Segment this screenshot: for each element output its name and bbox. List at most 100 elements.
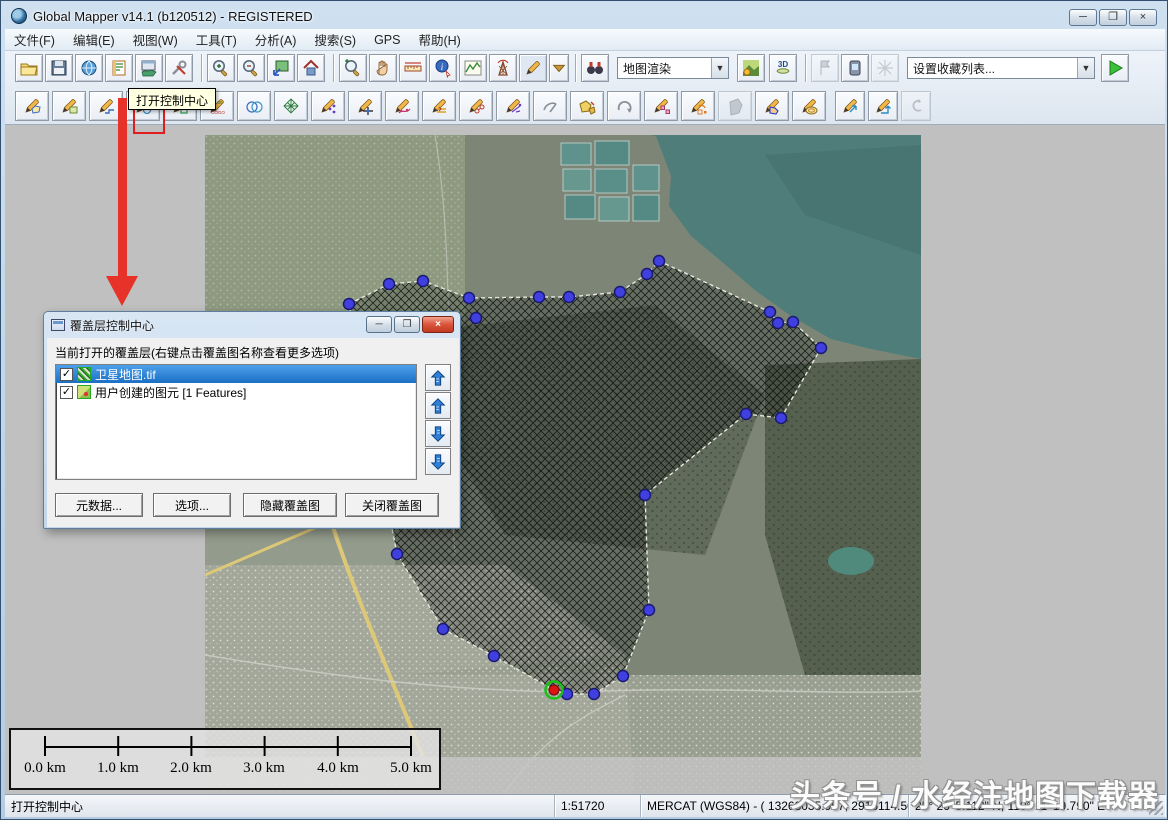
vector-layer-icon [77,385,91,399]
zoom-in-button[interactable] [207,54,235,82]
flag-button[interactable] [811,54,839,82]
create-points-button[interactable] [311,91,345,121]
move-feature-button[interactable] [835,91,865,121]
move-to-bottom-button[interactable] [425,448,451,475]
line-vertex-icon [355,96,375,116]
replace-shape-button[interactable] [681,91,715,121]
dialog-close-button[interactable]: × [422,316,454,333]
menu-analysis[interactable]: 分析(A) [246,27,306,52]
open-data-button[interactable] [105,54,133,82]
profile-chart-icon [463,58,483,78]
close-overlay-button[interactable]: 关闭覆盖图 [345,493,439,517]
layer-row-user-features[interactable]: ✓ 用户创建的图元 [1 Features] [56,383,416,401]
menu-bar: 文件(F) 编辑(E) 视图(W) 工具(T) 分析(A) 搜索(S) GPS … [5,29,1165,51]
layer-checkbox[interactable]: ✓ [60,386,73,399]
gps-button[interactable] [841,54,869,82]
route-button[interactable] [459,91,493,121]
grid-tool-button[interactable] [274,91,308,121]
arrow-ne-icon [840,96,860,116]
path-profile-button[interactable] [459,54,487,82]
replace-shape-icon [688,96,708,116]
feature-info-button[interactable]: i [429,54,457,82]
undo-shape-button[interactable] [901,91,931,121]
draw-area-button[interactable] [15,91,49,121]
metadata-button[interactable]: 元数据... [55,493,143,517]
move-up-button[interactable] [425,392,451,419]
menu-file[interactable]: 文件(F) [5,27,64,52]
measure-tool-button[interactable] [399,54,427,82]
spline-icon [392,96,412,116]
draw-rect-button[interactable] [52,91,86,121]
crop-areas-button[interactable] [755,91,789,121]
layer-label[interactable]: 用户创建的图元 [1 Features] [95,384,246,401]
layer-row-satellite[interactable]: ✓ 卫星地图.tif [56,365,416,383]
toolbar-separator [201,54,203,82]
raise-feature-button[interactable] [868,91,898,121]
snapshot-button[interactable] [871,54,899,82]
configuration-button[interactable] [165,54,193,82]
layer-order-buttons [425,364,451,476]
move-to-top-button[interactable] [425,364,451,391]
maximize-button[interactable]: ❐ [1099,9,1127,26]
combine-areas-button[interactable] [570,91,604,121]
combo-arrow-icon[interactable]: ▼ [1077,58,1094,78]
layer-checkbox[interactable]: ✓ [60,368,73,381]
digitizer-tool-button[interactable] [519,54,547,82]
flatten-icon [429,96,449,116]
zoom-out-button[interactable] [237,54,265,82]
search-button[interactable] [581,54,609,82]
range-rings-button[interactable] [237,91,271,121]
globe-app-icon [11,8,27,24]
close-button[interactable]: × [1129,9,1157,26]
home-view-button[interactable] [297,54,325,82]
zoom-box-button[interactable] [339,54,367,82]
globe-icon [79,58,99,78]
terrain-shader-icon [741,58,761,78]
svg-text:COGO: COGO [211,110,225,115]
line-vertex-button[interactable] [348,91,382,121]
options-button[interactable]: 选项... [153,493,231,517]
combo-arrow-icon[interactable]: ▼ [711,58,728,78]
minimize-button[interactable]: ─ [1069,9,1097,26]
select-move-button[interactable] [533,91,567,121]
rotate-feature-button[interactable] [607,91,641,121]
menu-gps[interactable]: GPS [365,30,409,50]
full-extent-button[interactable] [267,54,295,82]
window-title: Global Mapper v14.1 (b120512) - REGISTER… [33,9,313,24]
menu-view[interactable]: 视图(W) [124,27,187,52]
dialog-maximize-button[interactable]: ❐ [394,316,420,333]
download-online-button[interactable] [75,54,103,82]
copy-points-button[interactable] [644,91,678,121]
layer-label[interactable]: 卫星地图.tif [95,366,156,383]
split-line-button[interactable] [496,91,530,121]
layer-list[interactable]: ✓ 卫星地图.tif ✓ 用户创建的图元 [1 Features] [55,364,417,480]
spline-button[interactable] [385,91,419,121]
menu-search[interactable]: 搜索(S) [305,27,365,52]
dialog-window-icon [51,319,65,331]
shade-tool-button[interactable] [718,91,752,121]
full-extent-icon [271,58,291,78]
menu-help[interactable]: 帮助(H) [409,27,469,52]
pan-tool-button[interactable] [369,54,397,82]
scale-label: 1.0 km [81,760,155,777]
flatten-button[interactable] [422,91,456,121]
dialog-minimize-button[interactable]: ─ [366,316,392,333]
buffer-icon [799,96,819,116]
view-shed-button[interactable] [489,54,517,82]
menu-edit[interactable]: 编辑(E) [64,27,124,52]
run-favorite-button[interactable] [1101,54,1129,82]
menu-tools[interactable]: 工具(T) [187,27,246,52]
move-down-button[interactable] [425,420,451,447]
open-file-button[interactable] [15,54,43,82]
view-3d-button[interactable]: 3D [769,54,797,82]
points-icon [318,96,338,116]
draw-rect-icon [59,96,79,116]
digitizer-dropdown-button[interactable] [549,54,569,82]
hide-overlay-button[interactable]: 隐藏覆盖图 [243,493,337,517]
favorites-select[interactable]: 设置收藏列表... ▼ [907,57,1095,79]
render-mode-select[interactable]: 地图渲染 ▼ [617,57,729,79]
control-center-button[interactable] [135,54,163,82]
shader-button[interactable] [737,54,765,82]
save-button[interactable] [45,54,73,82]
buffer-button[interactable] [792,91,826,121]
